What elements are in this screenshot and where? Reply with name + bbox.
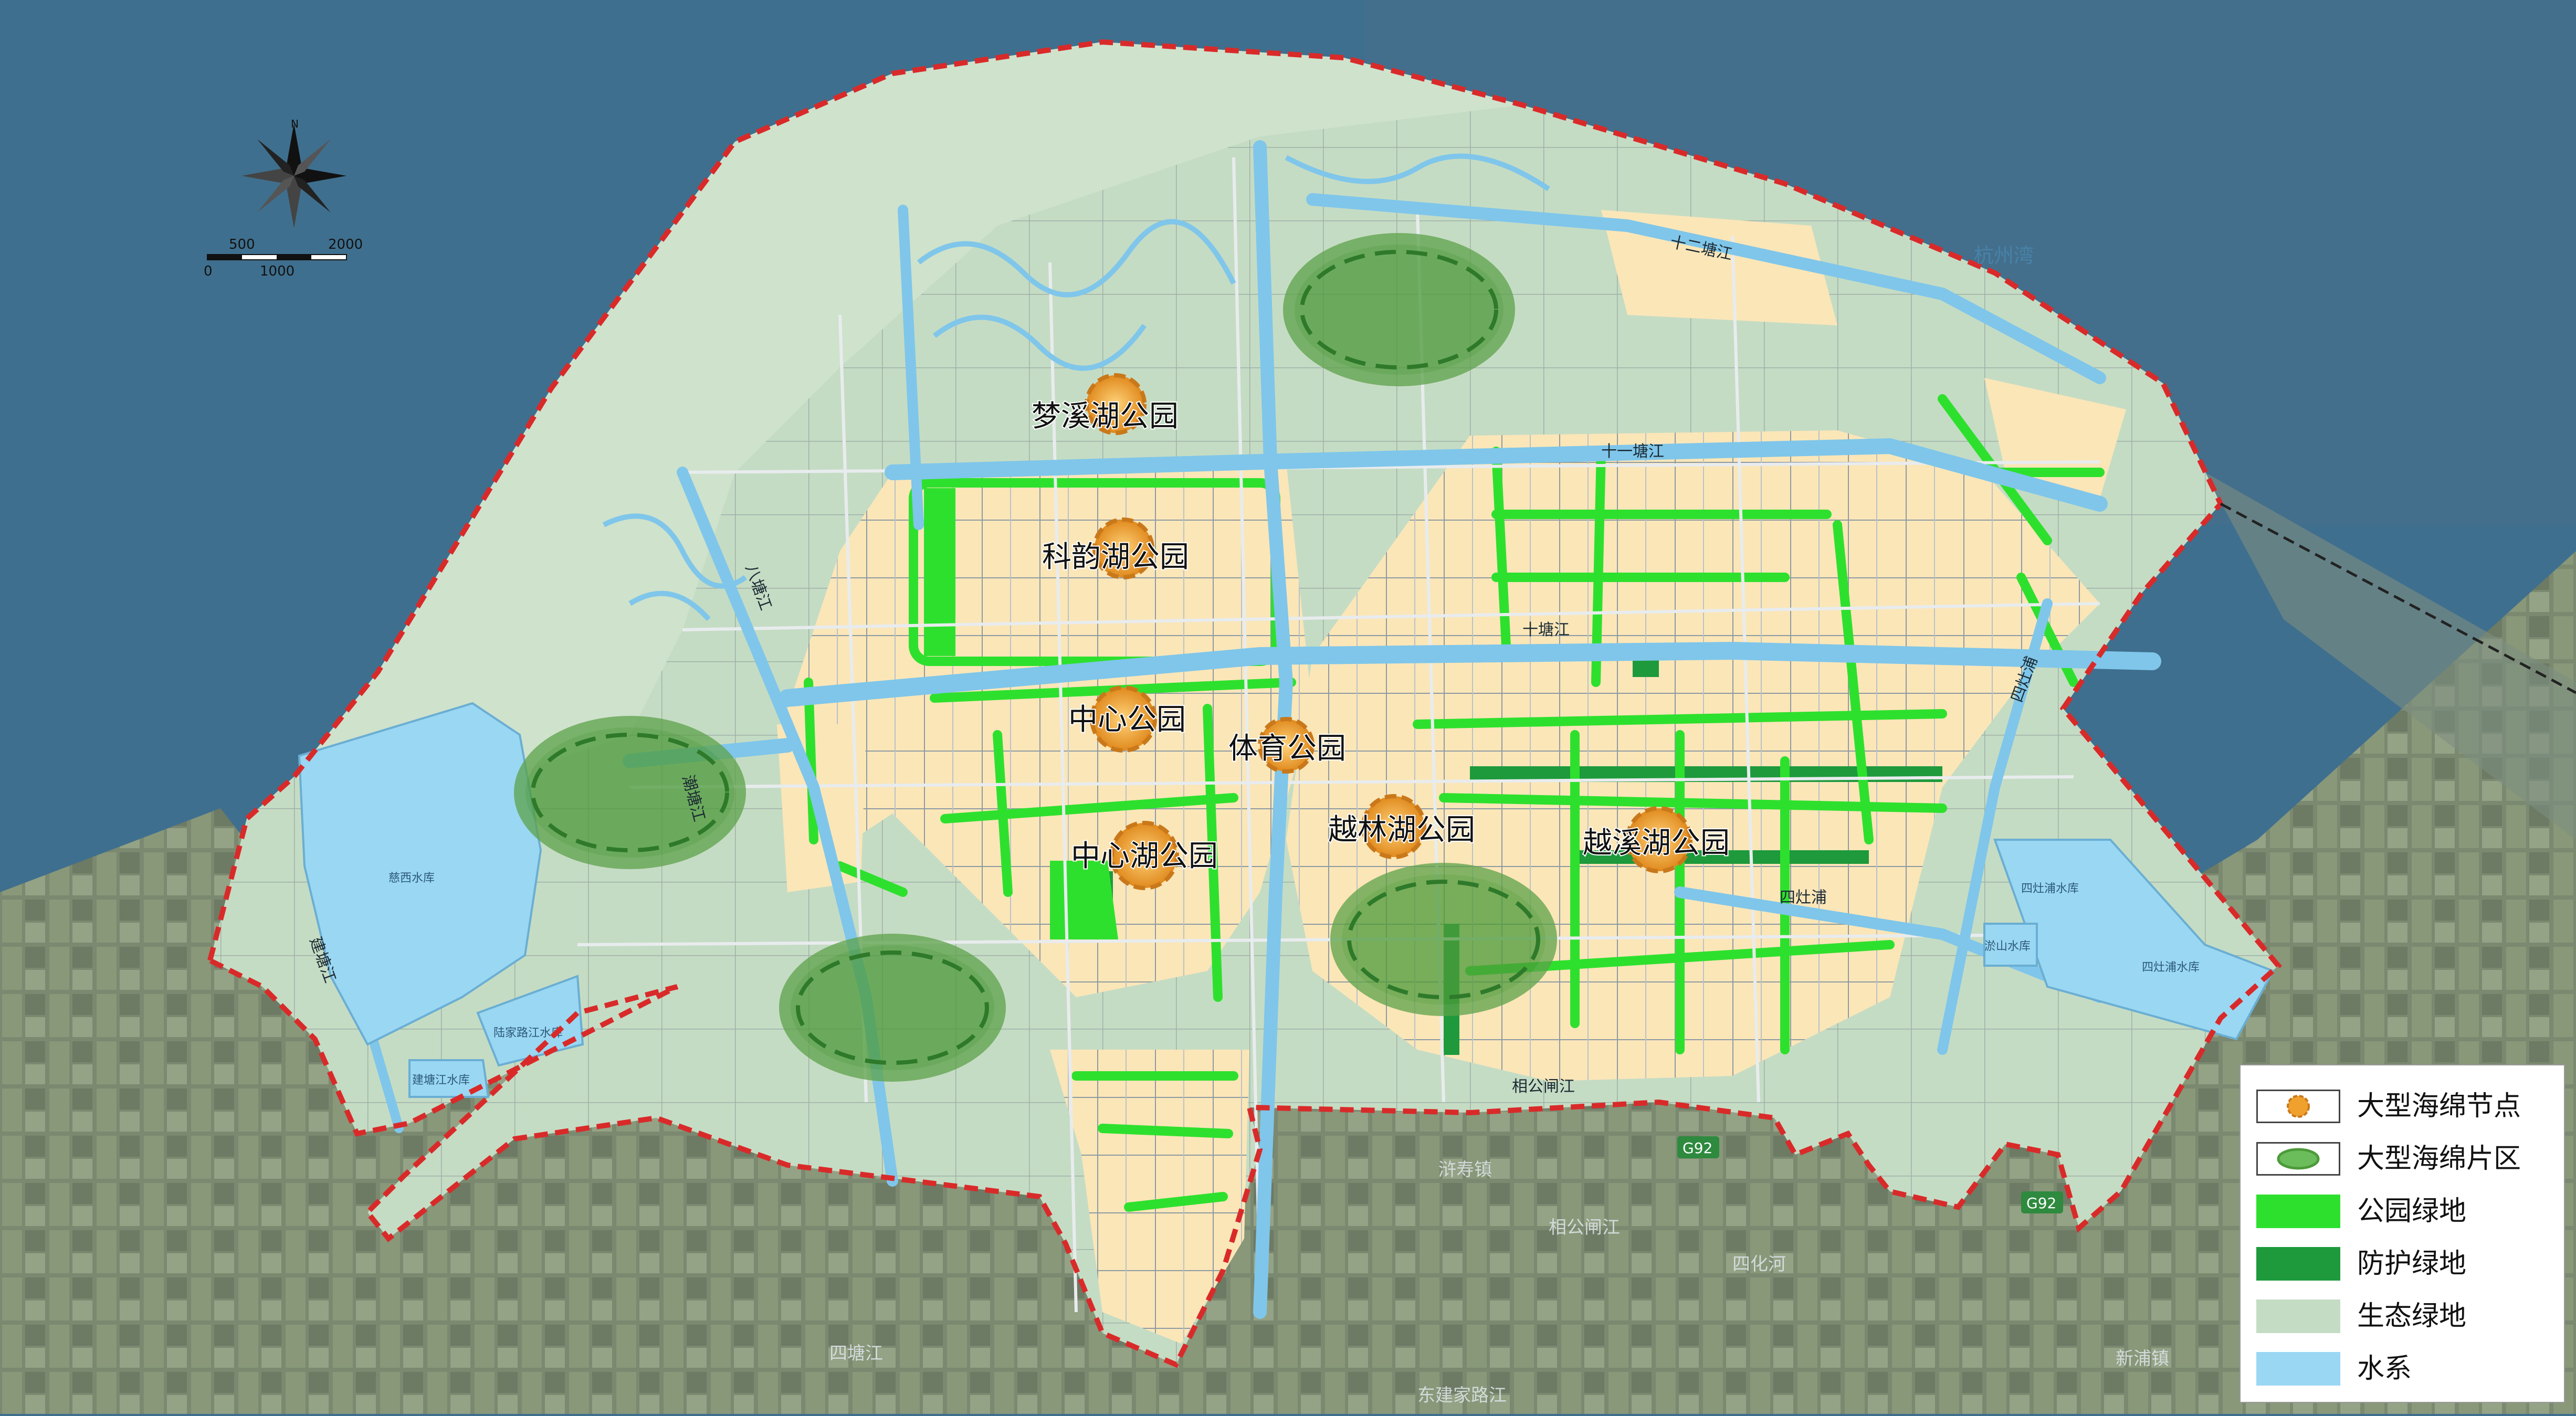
park-label-zhongxinhu: 中心湖公园	[1071, 839, 1218, 873]
park-green-core-2	[924, 488, 955, 656]
legend-label-water: 水系	[2357, 1353, 2412, 1385]
reservoir-label-yushan: 淤山水库	[1984, 940, 2031, 953]
place-label-xianggongzha: 相公闸江	[1549, 1217, 1620, 1238]
legend-item-ecological-green: 生态绿地	[2256, 1296, 2556, 1336]
park-label-yuexihu: 越溪湖公园	[1583, 826, 1730, 860]
park-label-keyunhu: 科韵湖公园	[1042, 540, 1189, 574]
scale-tick-1000: 1000	[260, 263, 295, 279]
legend-label-protective-green: 防护绿地	[2357, 1248, 2467, 1280]
place-label-sihuahe: 四化河	[1732, 1254, 1786, 1275]
place-label-husou: 浒寿镇	[1438, 1159, 1492, 1180]
park-label-zhongxin: 中心公园	[1068, 703, 1186, 737]
highway-badge-g92-2: G92	[2021, 1191, 2063, 1213]
sponge-zone-northeast	[1283, 233, 1515, 386]
river-label-xianggongzha: 相公闸江	[1512, 1077, 1575, 1096]
legend-swatch-protective-green	[2256, 1247, 2340, 1281]
park-label-tiyu: 体育公园	[1228, 732, 1346, 766]
legend-item-protective-green: 防护绿地	[2256, 1244, 2556, 1284]
legend-swatch-sponge-zone	[2256, 1142, 2340, 1176]
sponge-zone-south	[1330, 863, 1557, 1016]
legend-label-park-green: 公园绿地	[2357, 1196, 2467, 1227]
legend-swatch-park-green	[2256, 1195, 2340, 1228]
reservoir-label-sizaopu-1: 四灶浦水库	[2021, 882, 2079, 895]
legend: 大型海绵节点 大型海绵片区 公园绿地 防护绿地 生态绿地 水系	[2239, 1064, 2565, 1403]
reservoir-label-jiantangjiang: 建塘江水库	[412, 1074, 470, 1087]
river-label-shitangjiang: 十塘江	[1522, 621, 1570, 639]
legend-item-sponge-node: 大型海绵节点	[2256, 1086, 2556, 1126]
highway-label-g92-2: G92	[2026, 1195, 2056, 1212]
legend-label-sponge-zone: 大型海绵片区	[2357, 1143, 2521, 1175]
map-svg: 慈西水库 陆家路江水库 四灶浦水库 四灶浦水库 淤山水库 建塘江水库 十二塘江 …	[0, 0, 2576, 1414]
legend-swatch-sponge-node	[2256, 1090, 2340, 1123]
place-label-dongjianjialujiang: 东建家路江	[1417, 1385, 1507, 1406]
scale-tick-2000: 2000	[328, 237, 363, 252]
legend-swatch-ecological-green	[2256, 1299, 2340, 1333]
compass-north-label: N	[291, 118, 299, 130]
highway-badge-g92-1: G92	[1677, 1136, 1719, 1158]
sponge-node-icon	[2287, 1095, 2310, 1118]
legend-label-sponge-node: 大型海绵节点	[2357, 1091, 2521, 1122]
park-label-yuelinhu: 越林湖公园	[1328, 813, 1475, 847]
map-canvas: 慈西水库 陆家路江水库 四灶浦水库 四灶浦水库 淤山水库 建塘江水库 十二塘江 …	[0, 0, 2576, 1414]
legend-item-water: 水系	[2256, 1349, 2556, 1389]
reservoir-label-sizaopu-2: 四灶浦水库	[2142, 961, 2200, 974]
legend-swatch-water	[2256, 1352, 2340, 1386]
river-label-shiyitangjiang: 十一塘江	[1601, 442, 1664, 461]
place-label-sitangjiang: 四塘江	[829, 1343, 883, 1364]
park-label-mengxihu: 梦溪湖公园	[1032, 399, 1179, 434]
sponge-zone-southwest	[779, 934, 1006, 1082]
scale-tick-500: 500	[229, 237, 255, 252]
reservoir-label-cixi: 慈西水库	[388, 872, 435, 885]
legend-item-park-green: 公园绿地	[2256, 1191, 2556, 1231]
sponge-zone-west	[514, 716, 746, 869]
legend-label-ecological-green: 生态绿地	[2357, 1301, 2467, 1332]
place-label-xinpu: 新浦镇	[2116, 1348, 2169, 1369]
sponge-zone-icon	[2277, 1148, 2320, 1170]
river-label-sizaopu-2: 四灶浦	[1780, 889, 1827, 907]
legend-item-sponge-zone: 大型海绵片区	[2256, 1139, 2556, 1179]
highway-label-g92-1: G92	[1683, 1139, 1712, 1157]
scale-tick-0: 0	[204, 263, 213, 279]
place-label-hangzhouwan: 杭州湾	[1974, 244, 2034, 267]
